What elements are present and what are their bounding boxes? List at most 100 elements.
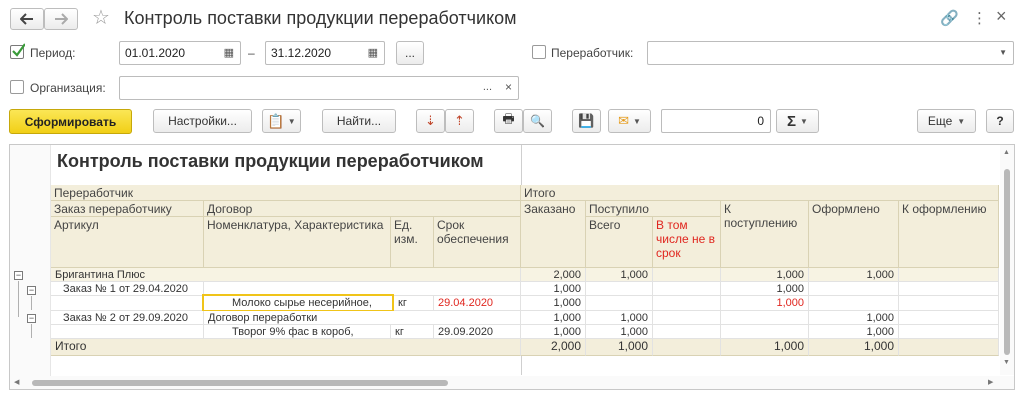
row-unit: кг	[391, 325, 434, 339]
row-to-receive: 1,000	[721, 296, 809, 311]
window-title: Контроль поставки продукции переработчик…	[124, 8, 517, 28]
tree-line	[31, 324, 32, 338]
clipboard-icon: 📋	[267, 112, 285, 129]
header-received-late: В том числе не в срок	[653, 217, 721, 268]
close-icon[interactable]: ×	[996, 6, 1007, 27]
collapse-icon[interactable]: −	[27, 314, 36, 323]
processor-checkbox[interactable]	[532, 45, 546, 59]
send-email-button[interactable]: ✉ ▼	[608, 109, 651, 133]
arrow-left-icon	[20, 13, 33, 25]
row-deadline: 29.09.2020	[434, 325, 521, 339]
row-received-total	[586, 296, 653, 311]
horizontal-scroll-thumb[interactable]	[32, 380, 448, 386]
vertical-scroll-thumb[interactable]	[1004, 169, 1010, 355]
row-to-receive	[721, 325, 809, 339]
row-order-label: Заказ № 1 от 29.04.2020	[51, 282, 204, 296]
header-unit: Ед. изм.	[391, 217, 434, 268]
tree-line	[18, 281, 19, 317]
header-to-receive: К поступлению	[721, 201, 809, 268]
organization-checkbox[interactable]	[10, 80, 24, 94]
row-registered	[809, 296, 899, 311]
period-label: Период:	[30, 46, 76, 60]
preview-button[interactable]: 🔍	[523, 109, 552, 133]
sigma-icon: Σ	[787, 112, 797, 130]
find-button[interactable]: Найти...	[322, 109, 396, 133]
horizontal-scrollbar[interactable]: ◀ ▶	[10, 376, 1014, 389]
organization-input[interactable]: ... ×	[119, 76, 519, 100]
row-to-register	[899, 325, 999, 339]
row-received-total	[586, 282, 653, 296]
calendar-icon[interactable]: ▦	[224, 46, 234, 59]
row-article	[51, 296, 204, 311]
tree-line	[31, 296, 32, 310]
scroll-down-icon[interactable]: ▼	[1003, 359, 1010, 366]
organization-clear-button[interactable]: ×	[505, 80, 512, 94]
preview-icon: 🔍	[530, 114, 545, 128]
sum-menu-button[interactable]: Σ ▼	[776, 109, 819, 133]
row-registered: 1,000	[809, 311, 899, 325]
sort-asc-button[interactable]: ⇣	[416, 109, 445, 133]
row-received-late	[653, 268, 721, 282]
vertical-scrollbar[interactable]: ▲ ▼	[1000, 145, 1014, 375]
scroll-up-icon[interactable]: ▲	[1003, 149, 1010, 156]
period-dash: –	[248, 46, 255, 60]
organization-select-button[interactable]: ...	[483, 81, 492, 93]
row-registered	[809, 282, 899, 296]
sort-desc-button[interactable]: ⇡	[445, 109, 474, 133]
generate-button[interactable]: Сформировать	[9, 109, 132, 134]
forward-button[interactable]	[44, 8, 78, 30]
header-received: Поступило	[586, 201, 721, 217]
row-ordered: 1,000	[521, 282, 586, 296]
date-to-input[interactable]: 31.12.2020 ▦	[265, 41, 385, 65]
header-registered: Оформлено	[809, 201, 899, 268]
settings-button[interactable]: Настройки...	[153, 109, 252, 133]
chevron-down-icon[interactable]: ▼	[999, 48, 1007, 57]
row-ordered: 1,000	[521, 325, 586, 339]
row-contract: Договор переработки	[204, 311, 521, 325]
row-to-register	[899, 282, 999, 296]
row-to-register	[899, 311, 999, 325]
row-grouping-margin	[10, 145, 51, 389]
menu-dots-icon[interactable]: ⋮	[972, 9, 987, 27]
chevron-down-icon: ▼	[957, 116, 966, 126]
row-nomenclature-selected[interactable]: Молоко сырье несерийное,	[202, 294, 394, 312]
sum-value: 0	[757, 114, 764, 128]
row-received-total: 1,000	[586, 268, 653, 282]
scroll-left-icon[interactable]: ◀	[14, 378, 19, 386]
variant-menu-button[interactable]: 📋 ▼	[262, 109, 301, 133]
period-select-button[interactable]: ...	[396, 41, 424, 65]
sort-desc-icon: ⇡	[454, 113, 465, 128]
period-checkbox[interactable]	[10, 43, 25, 59]
help-button[interactable]: ?	[986, 109, 1014, 133]
scroll-right-icon[interactable]: ▶	[988, 378, 993, 386]
checkmark-icon	[12, 43, 25, 57]
header-contract: Договор	[204, 201, 521, 217]
chevron-down-icon: ▼	[800, 116, 808, 126]
favorite-star-icon[interactable]: ☆	[92, 7, 110, 29]
row-order-label: Заказ № 2 от 29.09.2020	[51, 311, 204, 325]
link-icon[interactable]: 🔗	[940, 9, 959, 27]
processor-input[interactable]: ▼	[647, 41, 1014, 65]
more-label: Еще	[927, 114, 953, 128]
more-button[interactable]: Еще ▼	[917, 109, 976, 133]
total-registered: 1,000	[809, 339, 899, 356]
row-ordered: 1,000	[521, 311, 586, 325]
arrow-right-icon	[55, 13, 68, 25]
row-received-total: 1,000	[586, 311, 653, 325]
save-button[interactable]: 💾	[572, 109, 601, 133]
chevron-down-icon: ▼	[287, 116, 296, 126]
date-from-input[interactable]: 01.01.2020 ▦	[119, 41, 241, 65]
report-spreadsheet[interactable]: Контроль поставки продукции переработчик…	[9, 144, 1015, 390]
row-article	[51, 325, 204, 339]
print-button[interactable]: 🖶	[494, 109, 523, 133]
header-to-register: К оформлению	[899, 201, 999, 268]
row-received-total: 1,000	[586, 325, 653, 339]
calendar-icon[interactable]: ▦	[368, 46, 378, 59]
collapse-icon[interactable]: −	[14, 271, 23, 280]
back-button[interactable]	[10, 8, 44, 30]
collapse-icon[interactable]: −	[27, 286, 36, 295]
header-order: Заказ переработчику	[51, 201, 204, 217]
sort-asc-icon: ⇣	[425, 113, 436, 128]
row-to-register	[899, 268, 999, 282]
row-ordered: 2,000	[521, 268, 586, 282]
